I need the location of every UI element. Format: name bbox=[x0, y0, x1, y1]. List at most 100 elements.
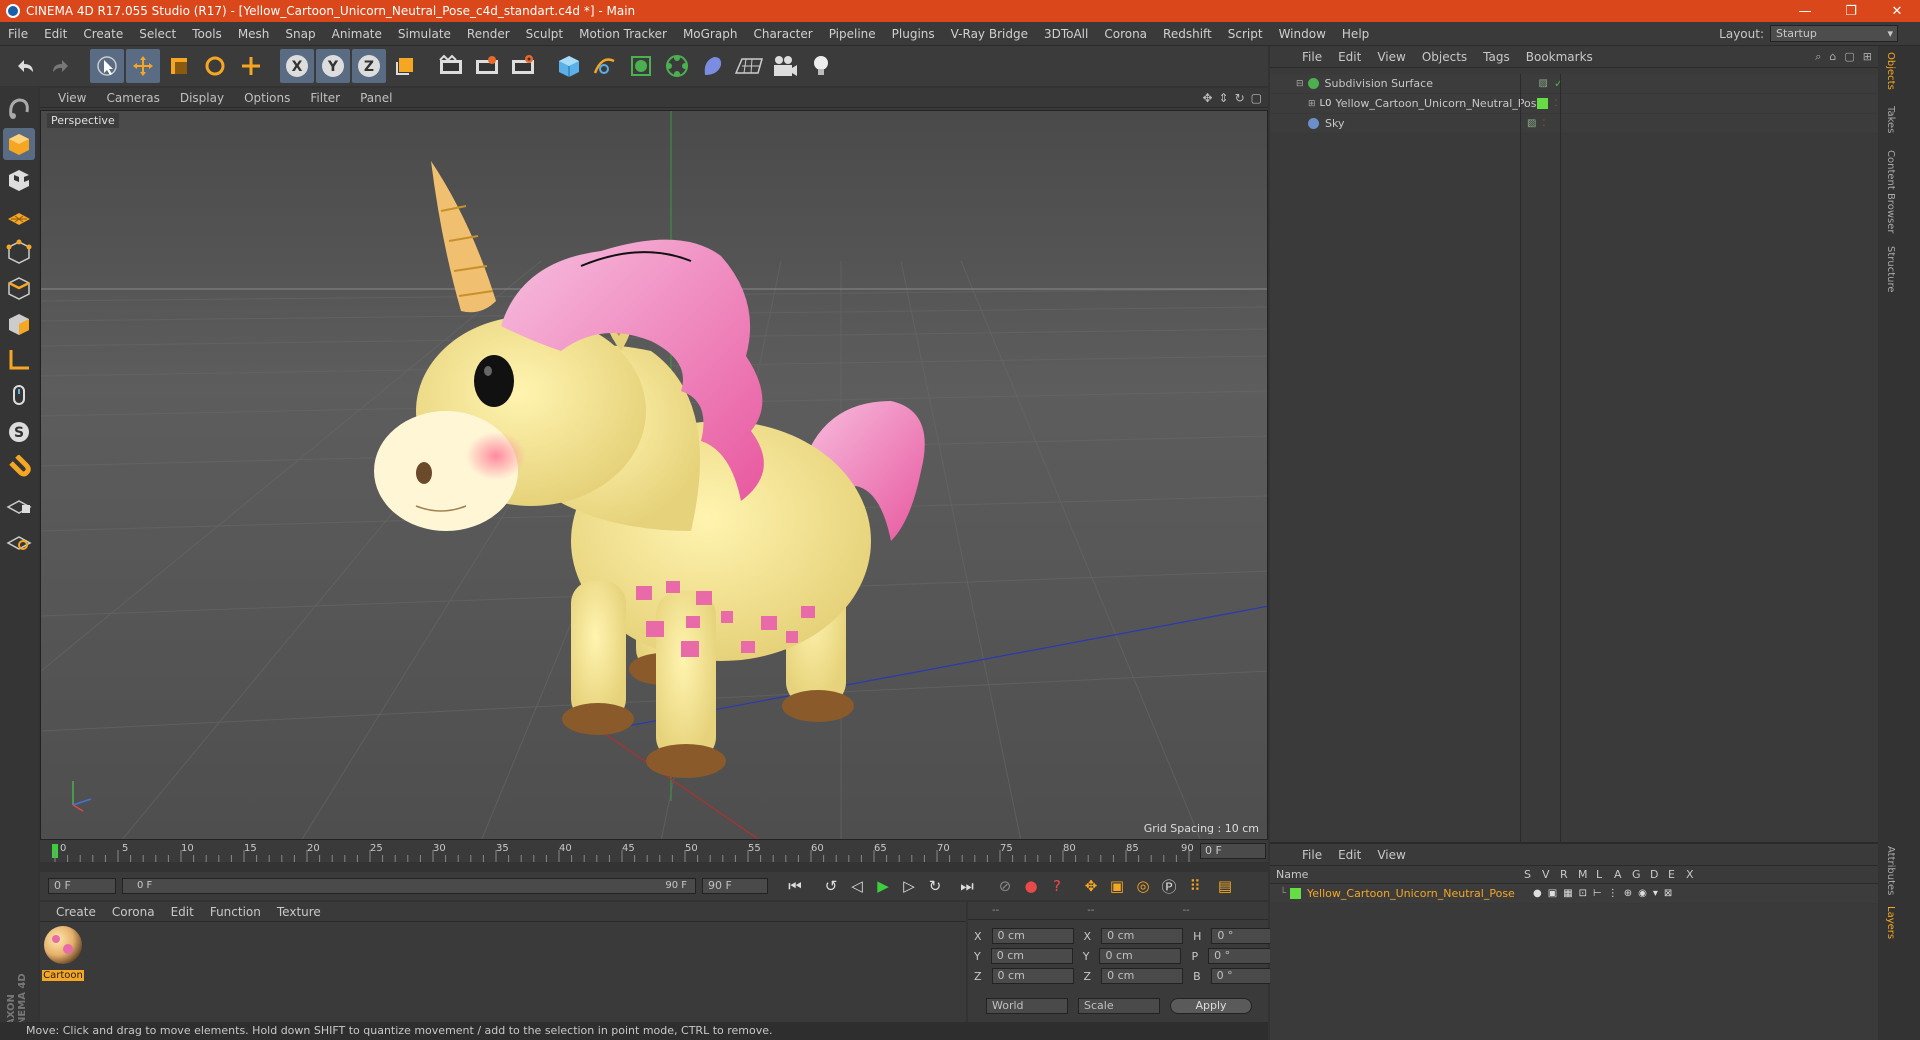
menu-redshift[interactable]: Redshift bbox=[1155, 27, 1220, 41]
tab-takes[interactable]: Takes bbox=[1880, 106, 1896, 133]
viewport-menu-view[interactable]: View bbox=[48, 91, 96, 105]
pos-y-field[interactable]: 0 cm bbox=[990, 948, 1073, 964]
light-icon[interactable] bbox=[804, 49, 838, 83]
menu-file[interactable]: File bbox=[0, 27, 36, 41]
key-scale-icon[interactable]: ▣ bbox=[1104, 874, 1130, 898]
menu-corona[interactable]: Corona bbox=[1096, 27, 1155, 41]
axis-mode-icon[interactable] bbox=[3, 344, 35, 376]
planar-workplane-icon[interactable] bbox=[3, 524, 35, 556]
menu-pipeline[interactable]: Pipeline bbox=[821, 27, 884, 41]
expand-icon[interactable]: ⊞ bbox=[1308, 99, 1316, 109]
menu-simulate[interactable]: Simulate bbox=[390, 27, 459, 41]
scale-tool-icon[interactable] bbox=[162, 49, 196, 83]
menu-create[interactable]: Create bbox=[75, 27, 131, 41]
end-frame-field[interactable]: 90 F bbox=[702, 878, 768, 894]
enabled-check-icon[interactable]: ✓ bbox=[1554, 77, 1563, 90]
coordinate-system-icon[interactable] bbox=[388, 49, 422, 83]
menu-render[interactable]: Render bbox=[459, 27, 518, 41]
pos-z-field[interactable]: 0 cm bbox=[991, 968, 1074, 984]
record-keys-disabled-icon[interactable]: ⊘ bbox=[992, 874, 1018, 898]
texture-mode-icon[interactable] bbox=[3, 164, 35, 196]
mograph-cloner-icon[interactable] bbox=[660, 49, 694, 83]
live-selection-icon[interactable] bbox=[90, 49, 124, 83]
object-row-sky[interactable]: Sky ▨ ⁚ bbox=[1270, 114, 1898, 134]
floor-scene-icon[interactable] bbox=[732, 49, 766, 83]
play-icon[interactable]: ▶ bbox=[870, 874, 896, 898]
previous-key-icon[interactable]: ↺ bbox=[818, 874, 844, 898]
go-to-start-icon[interactable]: ⏮ bbox=[782, 874, 808, 898]
objmgr-menu-file[interactable]: File bbox=[1294, 50, 1330, 64]
size-z-field[interactable]: 0 cm bbox=[1101, 968, 1184, 984]
undo-icon[interactable] bbox=[8, 49, 42, 83]
tab-layers[interactable]: Layers bbox=[1880, 906, 1896, 939]
objmgr-menu-objects[interactable]: Objects bbox=[1414, 50, 1475, 64]
tab-content-browser[interactable]: Content Browser bbox=[1880, 150, 1896, 233]
tweak-mode-icon[interactable] bbox=[3, 380, 35, 412]
objmgr-menu-bookmarks[interactable]: Bookmarks bbox=[1518, 50, 1601, 64]
menu-help[interactable]: Help bbox=[1334, 27, 1377, 41]
deformer-icon[interactable] bbox=[696, 49, 730, 83]
collapse-icon[interactable]: ⊟ bbox=[1296, 79, 1304, 89]
points-mode-icon[interactable] bbox=[3, 236, 35, 268]
subdivision-surface-icon[interactable] bbox=[624, 49, 658, 83]
restore-button[interactable]: ❐ bbox=[1828, 0, 1874, 22]
viewport-menu-options[interactable]: Options bbox=[234, 91, 300, 105]
material-menu-corona[interactable]: Corona bbox=[104, 905, 163, 919]
camera-icon[interactable] bbox=[768, 49, 802, 83]
apply-button[interactable]: Apply bbox=[1170, 998, 1252, 1014]
layer-menu-view[interactable]: View bbox=[1369, 848, 1413, 862]
orbit-icon[interactable]: ↻ bbox=[1235, 91, 1245, 105]
snap-icon[interactable]: S bbox=[3, 416, 35, 448]
pos-x-field[interactable]: 0 cm bbox=[991, 928, 1074, 944]
visibility-dots-icon[interactable]: ⁚ bbox=[1554, 99, 1557, 109]
layer-color-swatch[interactable] bbox=[1290, 888, 1302, 899]
make-editable-icon[interactable] bbox=[3, 92, 35, 124]
cube-object-icon[interactable] bbox=[552, 49, 586, 83]
objmgr-menu-tags[interactable]: Tags bbox=[1475, 50, 1518, 64]
previous-frame-icon[interactable]: ◁ bbox=[844, 874, 870, 898]
key-rotation-icon[interactable]: ◎ bbox=[1130, 874, 1156, 898]
viewport-menu-panel[interactable]: Panel bbox=[350, 91, 402, 105]
menu-window[interactable]: Window bbox=[1271, 27, 1334, 41]
visibility-dots-icon[interactable]: ▨ bbox=[1527, 118, 1536, 129]
layer-menu-edit[interactable]: Edit bbox=[1330, 848, 1369, 862]
locked-workplane-icon[interactable] bbox=[3, 488, 35, 520]
key-pla-icon[interactable]: ⠿ bbox=[1182, 874, 1208, 898]
menu-sculpt[interactable]: Sculpt bbox=[518, 27, 571, 41]
recent-tool-icon[interactable] bbox=[234, 49, 268, 83]
key-position-icon[interactable]: ✥ bbox=[1078, 874, 1104, 898]
redo-icon[interactable] bbox=[44, 49, 78, 83]
menu-plugins[interactable]: Plugins bbox=[884, 27, 943, 41]
layer-name[interactable]: Yellow_Cartoon_Unicorn_Neutral_Pose bbox=[1307, 887, 1527, 900]
lock-icon[interactable]: ▢ bbox=[1844, 50, 1854, 64]
layer-row-unicorn[interactable]: └ Yellow_Cartoon_Unicorn_Neutral_Pose ●▣… bbox=[1270, 884, 1898, 904]
z-axis-icon[interactable]: Z bbox=[352, 49, 386, 83]
visibility-dots-icon[interactable]: ⁚ bbox=[1542, 119, 1545, 129]
tab-structure[interactable]: Structure bbox=[1880, 246, 1896, 293]
workplane-mode-icon[interactable] bbox=[3, 200, 35, 232]
menu-snap[interactable]: Snap bbox=[277, 27, 323, 41]
viewport-menu-display[interactable]: Display bbox=[170, 91, 234, 105]
material-menu-function[interactable]: Function bbox=[202, 905, 269, 919]
pan-icon[interactable]: ✥ bbox=[1202, 91, 1212, 105]
move-tool-icon[interactable] bbox=[126, 49, 160, 83]
material-menu-texture[interactable]: Texture bbox=[269, 905, 329, 919]
object-row-subdivision-surface[interactable]: ⊟ Subdivision Surface ▨ ✓ bbox=[1270, 74, 1898, 94]
tab-objects[interactable]: Objects bbox=[1880, 52, 1896, 90]
size-y-field[interactable]: 0 cm bbox=[1099, 948, 1182, 964]
layer-menu-file[interactable]: File bbox=[1294, 848, 1330, 862]
render-view-icon[interactable] bbox=[434, 49, 468, 83]
coordinate-space-dropdown[interactable]: World bbox=[986, 998, 1068, 1014]
timeline-window-icon[interactable]: ▤ bbox=[1212, 874, 1238, 898]
menu-edit[interactable]: Edit bbox=[36, 27, 75, 41]
menu-mesh[interactable]: Mesh bbox=[230, 27, 278, 41]
maximize-view-icon[interactable]: ▢ bbox=[1251, 91, 1262, 105]
perspective-viewport[interactable]: Perspective Grid Spacing: 10 cm bbox=[40, 110, 1268, 840]
auto-keying-icon[interactable]: ? bbox=[1044, 874, 1070, 898]
menu-animate[interactable]: Animate bbox=[324, 27, 390, 41]
size-mode-dropdown[interactable]: Scale bbox=[1078, 998, 1160, 1014]
visibility-dots-icon[interactable]: ▨ bbox=[1539, 78, 1548, 89]
pen-spline-icon[interactable] bbox=[588, 49, 622, 83]
timeline-ruler[interactable]: 0 5 10 15 20 25 30 35 40 45 50 55 60 65 … bbox=[40, 840, 1268, 862]
frame-range-slider[interactable]: 0 F 90 F bbox=[122, 878, 696, 894]
